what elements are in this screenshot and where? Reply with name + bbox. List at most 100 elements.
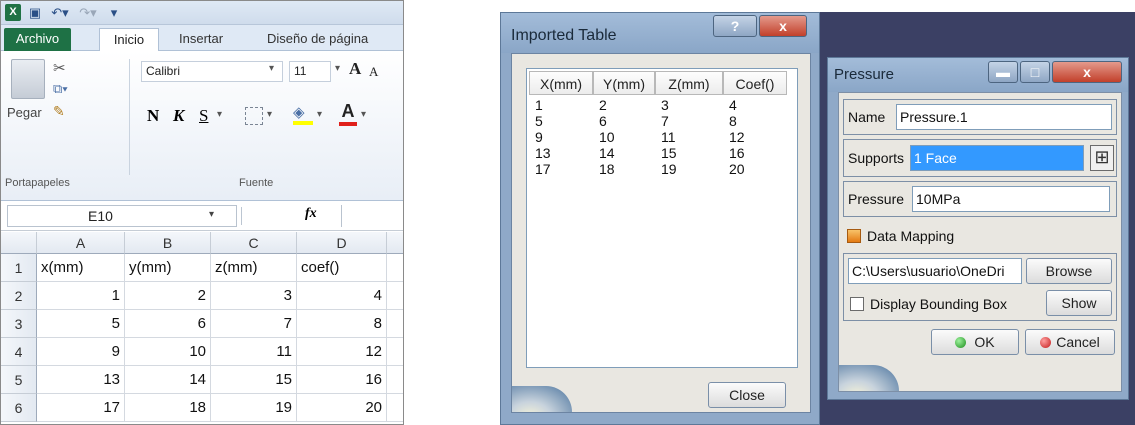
table-cell: 10 (599, 129, 615, 145)
table-cell[interactable]: coef() (297, 254, 387, 282)
column-header[interactable] (387, 232, 403, 254)
undo-icon[interactable]: ↶▾ (49, 4, 71, 21)
redo-icon[interactable]: ↷▾ (77, 4, 99, 21)
chevron-down-icon[interactable]: ▾ (267, 109, 272, 120)
row-header[interactable]: 2 (1, 282, 37, 310)
table-cell[interactable] (387, 338, 403, 366)
table-cell[interactable]: 1 (37, 282, 125, 310)
bold-button[interactable]: N (147, 106, 159, 126)
table-header-coef[interactable]: Coef() (723, 71, 787, 95)
table-cell[interactable]: 7 (211, 310, 297, 338)
tab-inicio[interactable]: Inicio (99, 28, 159, 51)
table-cell[interactable] (387, 282, 403, 310)
italic-button[interactable]: K (173, 106, 184, 126)
table-cell[interactable]: 3 (211, 282, 297, 310)
chevron-down-icon[interactable]: ▾ (209, 209, 214, 220)
table-cell[interactable] (387, 394, 403, 422)
format-painter-icon[interactable]: ✎ (53, 103, 65, 120)
table-cell[interactable]: 20 (297, 394, 387, 422)
supports-field[interactable]: 1 Face (910, 145, 1084, 171)
cut-icon[interactable]: ✂ (53, 59, 66, 77)
fill-color-icon[interactable]: ◈ (293, 103, 313, 125)
tab-diseno-pagina[interactable]: Diseño de página (267, 28, 368, 51)
table-cell[interactable]: 6 (125, 310, 211, 338)
copy-icon[interactable]: ⧉▾ (53, 81, 68, 97)
row-header[interactable]: 3 (1, 310, 37, 338)
show-button[interactable]: Show (1046, 290, 1112, 316)
chevron-down-icon[interactable]: ▾ (335, 63, 340, 74)
column-header[interactable]: A (37, 232, 125, 254)
customize-qat-icon[interactable]: ▾ (107, 4, 121, 21)
chevron-down-icon[interactable]: ▾ (269, 63, 274, 74)
column-header[interactable]: B (125, 232, 211, 254)
table-header-x[interactable]: X(mm) (529, 71, 593, 95)
paste-label[interactable]: Pegar (7, 105, 42, 120)
font-color-icon[interactable]: A (339, 101, 357, 126)
table-cell[interactable]: 14 (125, 366, 211, 394)
table-cell[interactable]: 12 (297, 338, 387, 366)
shrink-font-button[interactable]: A (369, 64, 378, 80)
table-cell[interactable]: 11 (211, 338, 297, 366)
dialog-title: Pressure (834, 66, 895, 83)
minimize-button[interactable]: ▬ (988, 61, 1018, 83)
font-name-combo[interactable]: Calibri (141, 61, 283, 82)
select-all-corner[interactable] (1, 232, 37, 254)
row-header[interactable]: 4 (1, 338, 37, 366)
row-header[interactable]: 1 (1, 254, 37, 282)
borders-icon[interactable] (245, 107, 263, 125)
name-box[interactable]: E10 (7, 205, 237, 227)
maximize-button[interactable]: □ (1020, 61, 1050, 83)
table-cell[interactable] (387, 310, 403, 338)
row-header[interactable]: 6 (1, 394, 37, 422)
name-field[interactable]: Pressure.1 (896, 104, 1112, 130)
table-header-z[interactable]: Z(mm) (655, 71, 723, 95)
chevron-down-icon[interactable]: ▾ (217, 109, 222, 120)
display-bounding-box-checkbox[interactable] (850, 297, 864, 311)
grow-font-button[interactable]: A (349, 59, 361, 79)
table-cell[interactable]: 5 (37, 310, 125, 338)
table-cell[interactable]: 15 (211, 366, 297, 394)
chevron-down-icon[interactable]: ▾ (317, 109, 322, 120)
paste-icon[interactable] (11, 59, 45, 99)
insert-function-icon[interactable]: fx (305, 206, 317, 222)
table-cell[interactable]: 2 (125, 282, 211, 310)
data-mapping-checkbox[interactable] (847, 229, 861, 243)
imported-data-table[interactable]: X(mm) Y(mm) Z(mm) Coef() 1 2 3 4 5 6 7 8 9 10 11 12… (526, 68, 798, 368)
table-cell[interactable]: y(mm) (125, 254, 211, 282)
pressure-field[interactable]: 10MPa (912, 186, 1110, 212)
close-button[interactable]: Close (708, 382, 786, 408)
table-cell[interactable]: 18 (125, 394, 211, 422)
ok-button[interactable]: OK (931, 329, 1019, 355)
tab-archivo[interactable]: Archivo (4, 28, 71, 51)
close-window-button[interactable]: x (759, 15, 807, 37)
font-size-combo[interactable]: 11 (289, 61, 331, 82)
table-cell[interactable] (387, 254, 403, 282)
browse-button[interactable]: Browse (1026, 258, 1112, 284)
table-cell[interactable]: 19 (211, 394, 297, 422)
tab-insertar[interactable]: Insertar (179, 28, 223, 51)
table-cell[interactable]: 17 (37, 394, 125, 422)
table-header-y[interactable]: Y(mm) (593, 71, 655, 95)
supports-selector-icon[interactable]: ⊞ (1090, 145, 1114, 171)
chevron-down-icon[interactable]: ▾ (361, 109, 366, 120)
table-cell[interactable]: 13 (37, 366, 125, 394)
table-cell[interactable] (387, 366, 403, 394)
save-icon[interactable]: ▣ (27, 4, 43, 21)
table-cell[interactable]: z(mm) (211, 254, 297, 282)
table-cell[interactable]: 16 (297, 366, 387, 394)
cancel-button[interactable]: Cancel (1025, 329, 1115, 355)
column-header[interactable]: D (297, 232, 387, 254)
cancel-label: Cancel (1056, 334, 1100, 350)
table-cell[interactable]: x(mm) (37, 254, 125, 282)
table-cell[interactable]: 4 (297, 282, 387, 310)
underline-button[interactable]: S (199, 106, 208, 126)
column-header[interactable]: C (211, 232, 297, 254)
table-cell[interactable]: 9 (37, 338, 125, 366)
close-window-button[interactable]: x (1052, 61, 1122, 83)
formula-input[interactable] (341, 205, 403, 227)
row-header[interactable]: 5 (1, 366, 37, 394)
file-path-field[interactable]: C:\Users\usuario\OneDri (848, 258, 1022, 284)
table-cell[interactable]: 10 (125, 338, 211, 366)
help-button[interactable]: ? (713, 15, 757, 37)
table-cell[interactable]: 8 (297, 310, 387, 338)
